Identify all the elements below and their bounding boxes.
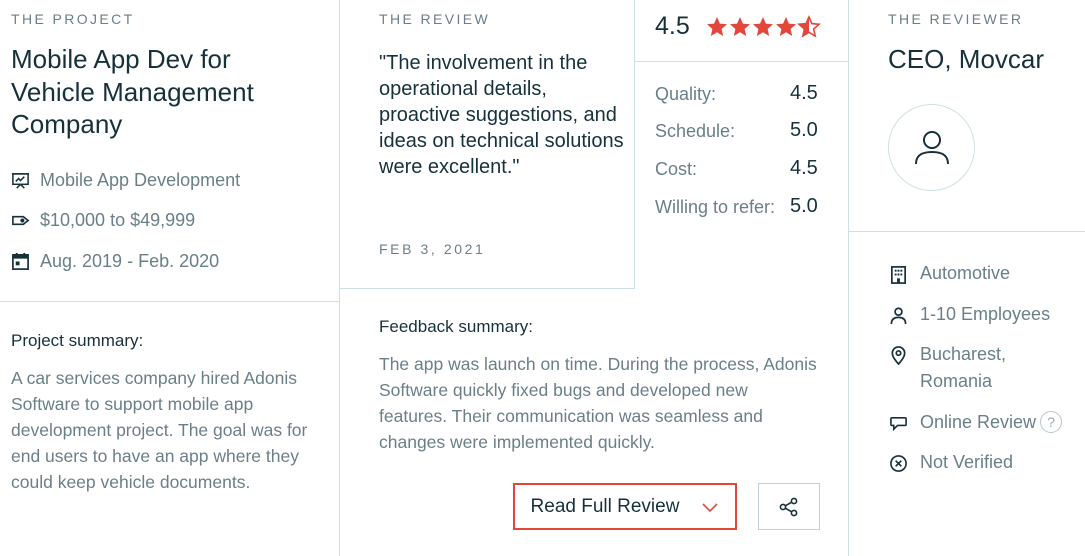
review-eyebrow: THE REVIEW [379,11,491,27]
score-value: 4.5 [790,82,818,104]
project-budget-text: $10,000 to $49,999 [40,209,196,230]
reviewer-review-type-text: Online Review [920,412,1037,432]
building-icon [888,262,908,286]
star-half-icon [797,15,821,38]
divider-review-reviewer [848,0,849,556]
user-icon [914,130,949,164]
share-button[interactable] [758,483,820,530]
project-service: Mobile App Development [11,168,240,192]
project-service-text: Mobile App Development [40,169,241,190]
reviewer-title: CEO, Movcar [888,44,1045,74]
reviewer-eyebrow: THE REVIEWER [888,11,1024,27]
reviewer-size: 1-10 Employees [888,303,1050,328]
reviewer-verification: Not Verified [888,451,1013,476]
reviewer-industry: Automotive [888,262,1010,287]
divider-quote-scores [634,0,635,288]
presentation-icon [11,171,30,190]
score-quality: Quality: 4.5 [655,82,825,110]
score-schedule: Schedule: 5.0 [655,119,825,147]
calendar-icon [11,252,30,271]
reviewer-location: Bucharest, Romania [888,343,1030,395]
score-willing-to-refer: Willing to refer: 5.0 [655,195,825,223]
project-summary-text: A car services company hired Adonis Soft… [11,368,308,492]
x-circle-icon [888,451,908,475]
score-label: Cost: [655,159,698,179]
divider-scores-top [635,61,848,62]
review-date: FEB 3, 2021 [379,241,486,257]
overall-rating: 4.5 [655,12,690,40]
read-full-review-button[interactable]: Read Full Review [513,483,737,530]
project-dates: Aug. 2019 - Feb. 2020 [11,249,219,273]
read-full-review-label: Read Full Review [530,495,680,517]
star-full-icon [730,17,750,36]
score-label: Willing to refer: [655,197,776,217]
avatar [888,104,975,191]
project-summary-label: Project summary: [11,331,144,350]
score-value: 5.0 [790,195,818,217]
star-full-icon [707,17,727,36]
feedback-summary-text: The app was launch on time. During the p… [379,354,817,452]
reviewer-size-text: 1-10 Employees [920,304,1051,324]
star-full-icon [776,17,796,36]
project-eyebrow: THE PROJECT [11,11,135,27]
reviewer-location-text: Bucharest, Romania [920,344,1007,391]
chevron-down-icon [702,502,719,512]
reviewer-verification-text: Not Verified [920,452,1014,472]
feedback-summary-label: Feedback summary: [379,317,533,336]
chat-bubble-icon [888,411,908,435]
reviewer-review-type: Online Review ? [888,411,1063,436]
score-cost: Cost: 4.5 [655,157,825,185]
share-icon [779,497,798,516]
score-label: Schedule: [655,121,736,141]
star-rating [705,15,821,41]
project-dates-text: Aug. 2019 - Feb. 2020 [40,250,220,271]
reviewer-industry-text: Automotive [920,263,1011,283]
review-quote: "The involvement in the operational deta… [379,52,624,178]
star-full-icon [753,17,773,36]
divider-review-feedback [340,288,635,289]
help-icon[interactable]: ? [1040,411,1063,433]
project-budget: $10,000 to $49,999 [11,208,195,232]
divider-reviewer-details [849,231,1085,232]
project-title: Mobile App Dev for Vehicle Management Co… [11,44,254,139]
person-icon [888,303,908,327]
score-value: 5.0 [790,119,818,141]
map-pin-icon [888,343,908,367]
divider-project-summary [0,301,339,302]
divider-project-review [339,0,340,556]
price-tag-icon [11,211,30,230]
score-value: 4.5 [790,157,818,179]
score-label: Quality: [655,84,717,104]
